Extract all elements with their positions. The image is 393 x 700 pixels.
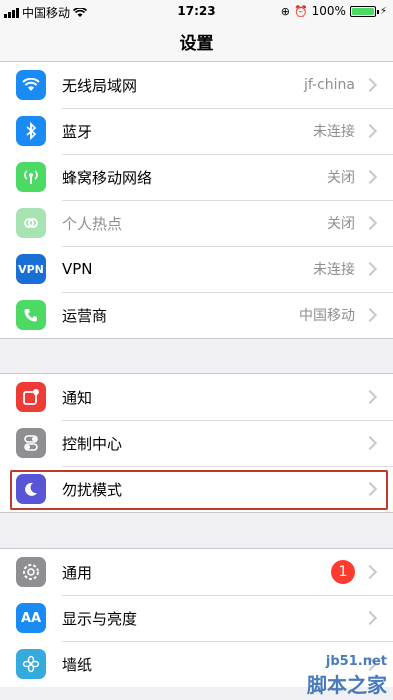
chevron-right-icon [362, 123, 378, 139]
row-label: 控制中心 [62, 434, 123, 453]
chevron-right-icon [362, 77, 378, 93]
bluetooth-icon [16, 116, 46, 146]
row-label: 通用 [62, 563, 93, 582]
row-label: 个人热点 [62, 214, 123, 233]
row-label: 通知 [62, 388, 93, 407]
cellular-icon [16, 162, 46, 192]
battery-percent: 100% [311, 4, 346, 18]
row-vpn[interactable]: VPN VPN 未连接 [0, 246, 393, 292]
row-control-center[interactable]: 控制中心 [0, 420, 393, 466]
row-display[interactable]: AA 显示与亮度 [0, 595, 393, 641]
alarm-icon: ⏰ [293, 4, 308, 18]
hotspot-icon [16, 208, 46, 238]
row-label: 无线局域网 [62, 76, 138, 95]
row-value: 未连接 [313, 262, 355, 278]
watermark: jb51.net 脚本之家 [307, 654, 387, 698]
row-value: 中国移动 [299, 308, 355, 324]
row-bluetooth[interactable]: 蓝牙 未连接 [0, 108, 393, 154]
row-label: VPN [62, 260, 93, 278]
chevron-right-icon [362, 307, 378, 323]
wifi-icon [16, 70, 46, 100]
chevron-right-icon [362, 215, 378, 231]
row-carrier[interactable]: 运营商 中国移动 [0, 292, 393, 338]
wallpaper-icon [16, 649, 46, 679]
highlight-box [10, 470, 388, 510]
row-label: 蓝牙 [62, 122, 93, 141]
chevron-right-icon [362, 169, 378, 185]
row-label: 运营商 [62, 306, 108, 325]
battery-icon [349, 5, 379, 17]
vpn-icon: VPN [16, 254, 46, 284]
chevron-right-icon [362, 435, 378, 451]
phone-icon [16, 300, 46, 330]
row-label: 蜂窝移动网络 [62, 168, 153, 187]
row-value: jf-china [303, 77, 355, 93]
row-wifi[interactable]: 无线局域网 jf-china [0, 62, 393, 108]
charging-icon: ⚡ [379, 5, 387, 17]
control-center-icon [16, 428, 46, 458]
row-notifications[interactable]: 通知 [0, 374, 393, 420]
rotation-lock-icon: ⊕ [280, 4, 290, 18]
row-hotspot[interactable]: 个人热点 关闭 [0, 200, 393, 246]
watermark-name: 脚本之家 [307, 673, 387, 697]
row-label: 墙纸 [62, 655, 93, 674]
row-cellular[interactable]: 蜂窝移动网络 关闭 [0, 154, 393, 200]
status-right: ⊕ ⏰ 100% ⚡ [281, 4, 387, 18]
status-bar: 中国移动 17:23 ⊕ ⏰ 100% ⚡ [0, 0, 393, 22]
row-general[interactable]: 通用 1 [0, 549, 393, 595]
group-connectivity: 无线局域网 jf-china 蓝牙 未连接 蜂窝移动网络 关闭 个人热点 关闭 … [0, 61, 393, 339]
notifications-icon [16, 382, 46, 412]
row-value: 关闭 [327, 170, 355, 186]
chevron-right-icon [362, 610, 378, 626]
chevron-right-icon [362, 389, 378, 405]
row-label: 显示与亮度 [62, 609, 138, 628]
row-value: 未连接 [313, 124, 355, 140]
row-value: 关闭 [327, 216, 355, 232]
watermark-site: jb51.net [325, 654, 387, 669]
chevron-right-icon [362, 261, 378, 277]
display-icon: AA [16, 603, 46, 633]
notification-badge: 1 [331, 560, 355, 584]
chevron-right-icon [362, 564, 378, 580]
gear-icon [16, 557, 46, 587]
